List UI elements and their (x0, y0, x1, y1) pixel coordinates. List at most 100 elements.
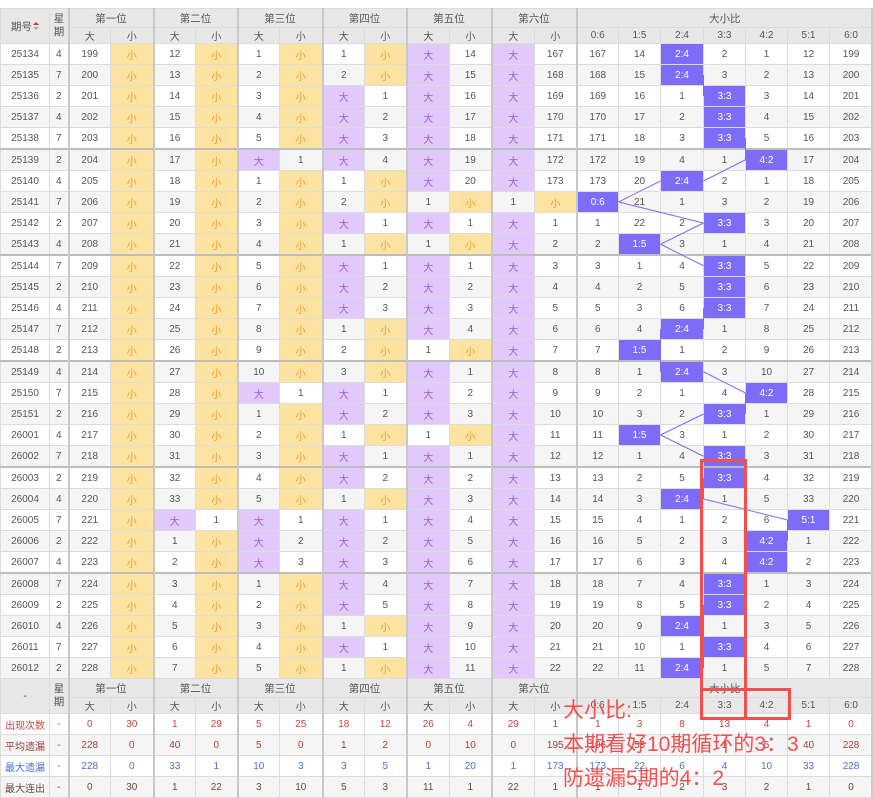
small-hit-cell: 小 (279, 127, 323, 150)
small-hit-cell: 小 (279, 636, 323, 658)
omission-cell: 202 (828, 106, 873, 128)
issue-number: 25150 (0, 382, 50, 404)
small-hit-cell: 小 (110, 127, 154, 150)
omission-cell: 226 (828, 615, 873, 637)
ratio-hit-cell: 3:3 (703, 636, 746, 658)
small-hit-cell: 小 (110, 615, 154, 637)
small-hit-cell: 小 (279, 254, 323, 277)
omission-cell: 11 (534, 424, 577, 446)
issue-number: 26004 (0, 488, 50, 510)
position-header-6: 第六位 (490, 678, 577, 698)
big-hit-cell: 大 (405, 657, 450, 679)
big-subheader: 大 (236, 697, 280, 714)
omission-cell: 3 (534, 254, 577, 277)
big-hit-cell: 大 (490, 445, 535, 468)
omission-cell: 5 (660, 466, 704, 489)
omission-cell: 14 (575, 488, 619, 510)
omission-cell: 24 (152, 297, 196, 319)
stats-value: 228 (67, 755, 111, 777)
table-row: 26002 7 218 小 31 小 3 小大 1 大 1 大 12 12 1 4 3:3 3 31 218 (0, 445, 873, 468)
small-hit-cell: 小 (110, 233, 154, 256)
small-hit-cell: 小 (364, 657, 407, 679)
stats-value: 10 (236, 755, 280, 777)
big-subheader: 大 (490, 27, 535, 44)
omission-cell: 15 (618, 64, 661, 86)
stats-value: 3 (364, 776, 407, 798)
omission-cell: 9 (618, 615, 661, 637)
ratio-hit-cell: 4:2 (745, 382, 788, 404)
omission-cell: 3 (660, 551, 704, 574)
issue-number: 25149 (0, 360, 50, 383)
omission-cell: 32 (787, 466, 830, 489)
issue-sort-header[interactable]: 期号 (0, 8, 50, 44)
omission-cell: 1 (703, 424, 746, 446)
omission-cell: 5 (745, 657, 788, 679)
weekday: 4 (49, 424, 69, 446)
weekday: 2 (49, 466, 69, 489)
table-row: 25150 7 215 小 28 小大 1 大 1 大 2 大 9 9 2 1 4 4:2 28 215 (0, 382, 873, 404)
omission-cell: 3 (575, 254, 619, 277)
stats-value: 0 (828, 713, 873, 735)
omission-cell: 1 (236, 43, 280, 65)
weekday: 7 (49, 445, 69, 468)
omission-cell: 1 (405, 233, 450, 256)
omission-cell: 224 (67, 572, 111, 595)
omission-cell: 217 (828, 424, 873, 446)
omission-cell: 5 (787, 615, 830, 637)
omission-cell: 3 (618, 403, 661, 425)
omission-cell: 216 (67, 403, 111, 425)
omission-cell: 6 (449, 551, 492, 574)
small-hit-cell: 小 (110, 382, 154, 404)
stats-value: 20 (449, 755, 492, 777)
omission-cell: 6 (787, 636, 830, 658)
small-hit-cell: 小 (195, 170, 238, 192)
omission-cell: 214 (828, 360, 873, 383)
small-hit-cell: 小 (279, 191, 323, 213)
omission-cell: 20 (534, 615, 577, 637)
big-subheader: 大 (236, 27, 280, 44)
omission-cell: 14 (152, 85, 196, 107)
small-hit-cell: 小 (110, 297, 154, 319)
omission-cell: 171 (534, 127, 577, 150)
sort-icon[interactable] (33, 21, 39, 32)
small-hit-cell: 小 (195, 466, 238, 489)
big-subheader: 大 (405, 27, 450, 44)
big-hit-cell: 大 (405, 170, 450, 192)
stats-value: 22 (195, 776, 238, 798)
omission-cell: 21 (575, 636, 619, 658)
omission-cell: 201 (67, 85, 111, 107)
small-hit-cell: 小 (364, 488, 407, 510)
omission-cell: 1 (449, 254, 492, 277)
issue-number: 25142 (0, 212, 50, 234)
omission-cell: 7 (618, 572, 661, 595)
big-subheader: 大 (67, 697, 111, 714)
omission-cell: 7 (236, 297, 280, 319)
big-hit-cell: 大 (321, 530, 365, 552)
omission-cell: 5 (660, 276, 704, 298)
stats-value: 40 (787, 734, 830, 756)
omission-cell: 5 (618, 530, 661, 552)
ratio-hit-cell: 2:4 (660, 488, 704, 510)
stats-value: 53 (618, 734, 661, 756)
stats-row: 最大连出 -0 30 1 22 3 10 5 3 11 1 22 1 1 1 2 3 2 1 0 (0, 776, 873, 798)
omission-cell: 1 (364, 382, 407, 404)
big-hit-cell: 大 (321, 636, 365, 658)
omission-cell: 14 (618, 43, 661, 65)
big-hit-cell: 大 (490, 657, 535, 679)
big-hit-cell: 大 (321, 551, 365, 574)
table-row: 25148 2 213 小 26 小 9 小 2 小 1 小大 7 7 1:5 1 2 9 26 213 (0, 339, 873, 362)
omission-cell: 224 (828, 572, 873, 595)
omission-cell: 1 (618, 254, 661, 277)
big-hit-cell: 大 (490, 43, 535, 65)
small-hit-cell: 小 (364, 43, 407, 65)
big-subheader: 大 (405, 697, 450, 714)
big-hit-cell: 大 (405, 382, 450, 404)
omission-cell: 4 (618, 509, 661, 531)
small-hit-cell: 小 (110, 43, 154, 65)
stats-value: 3 (279, 755, 323, 777)
small-hit-cell: 小 (110, 572, 154, 595)
table-row: 26012 2 228 小 7 小 5 小 1 小大 11 大 22 22 11 2:4 1 5 7 228 (0, 657, 873, 679)
small-hit-cell: 小 (195, 233, 238, 256)
omission-cell: 9 (745, 339, 788, 362)
issue-number: 25139 (0, 148, 50, 171)
